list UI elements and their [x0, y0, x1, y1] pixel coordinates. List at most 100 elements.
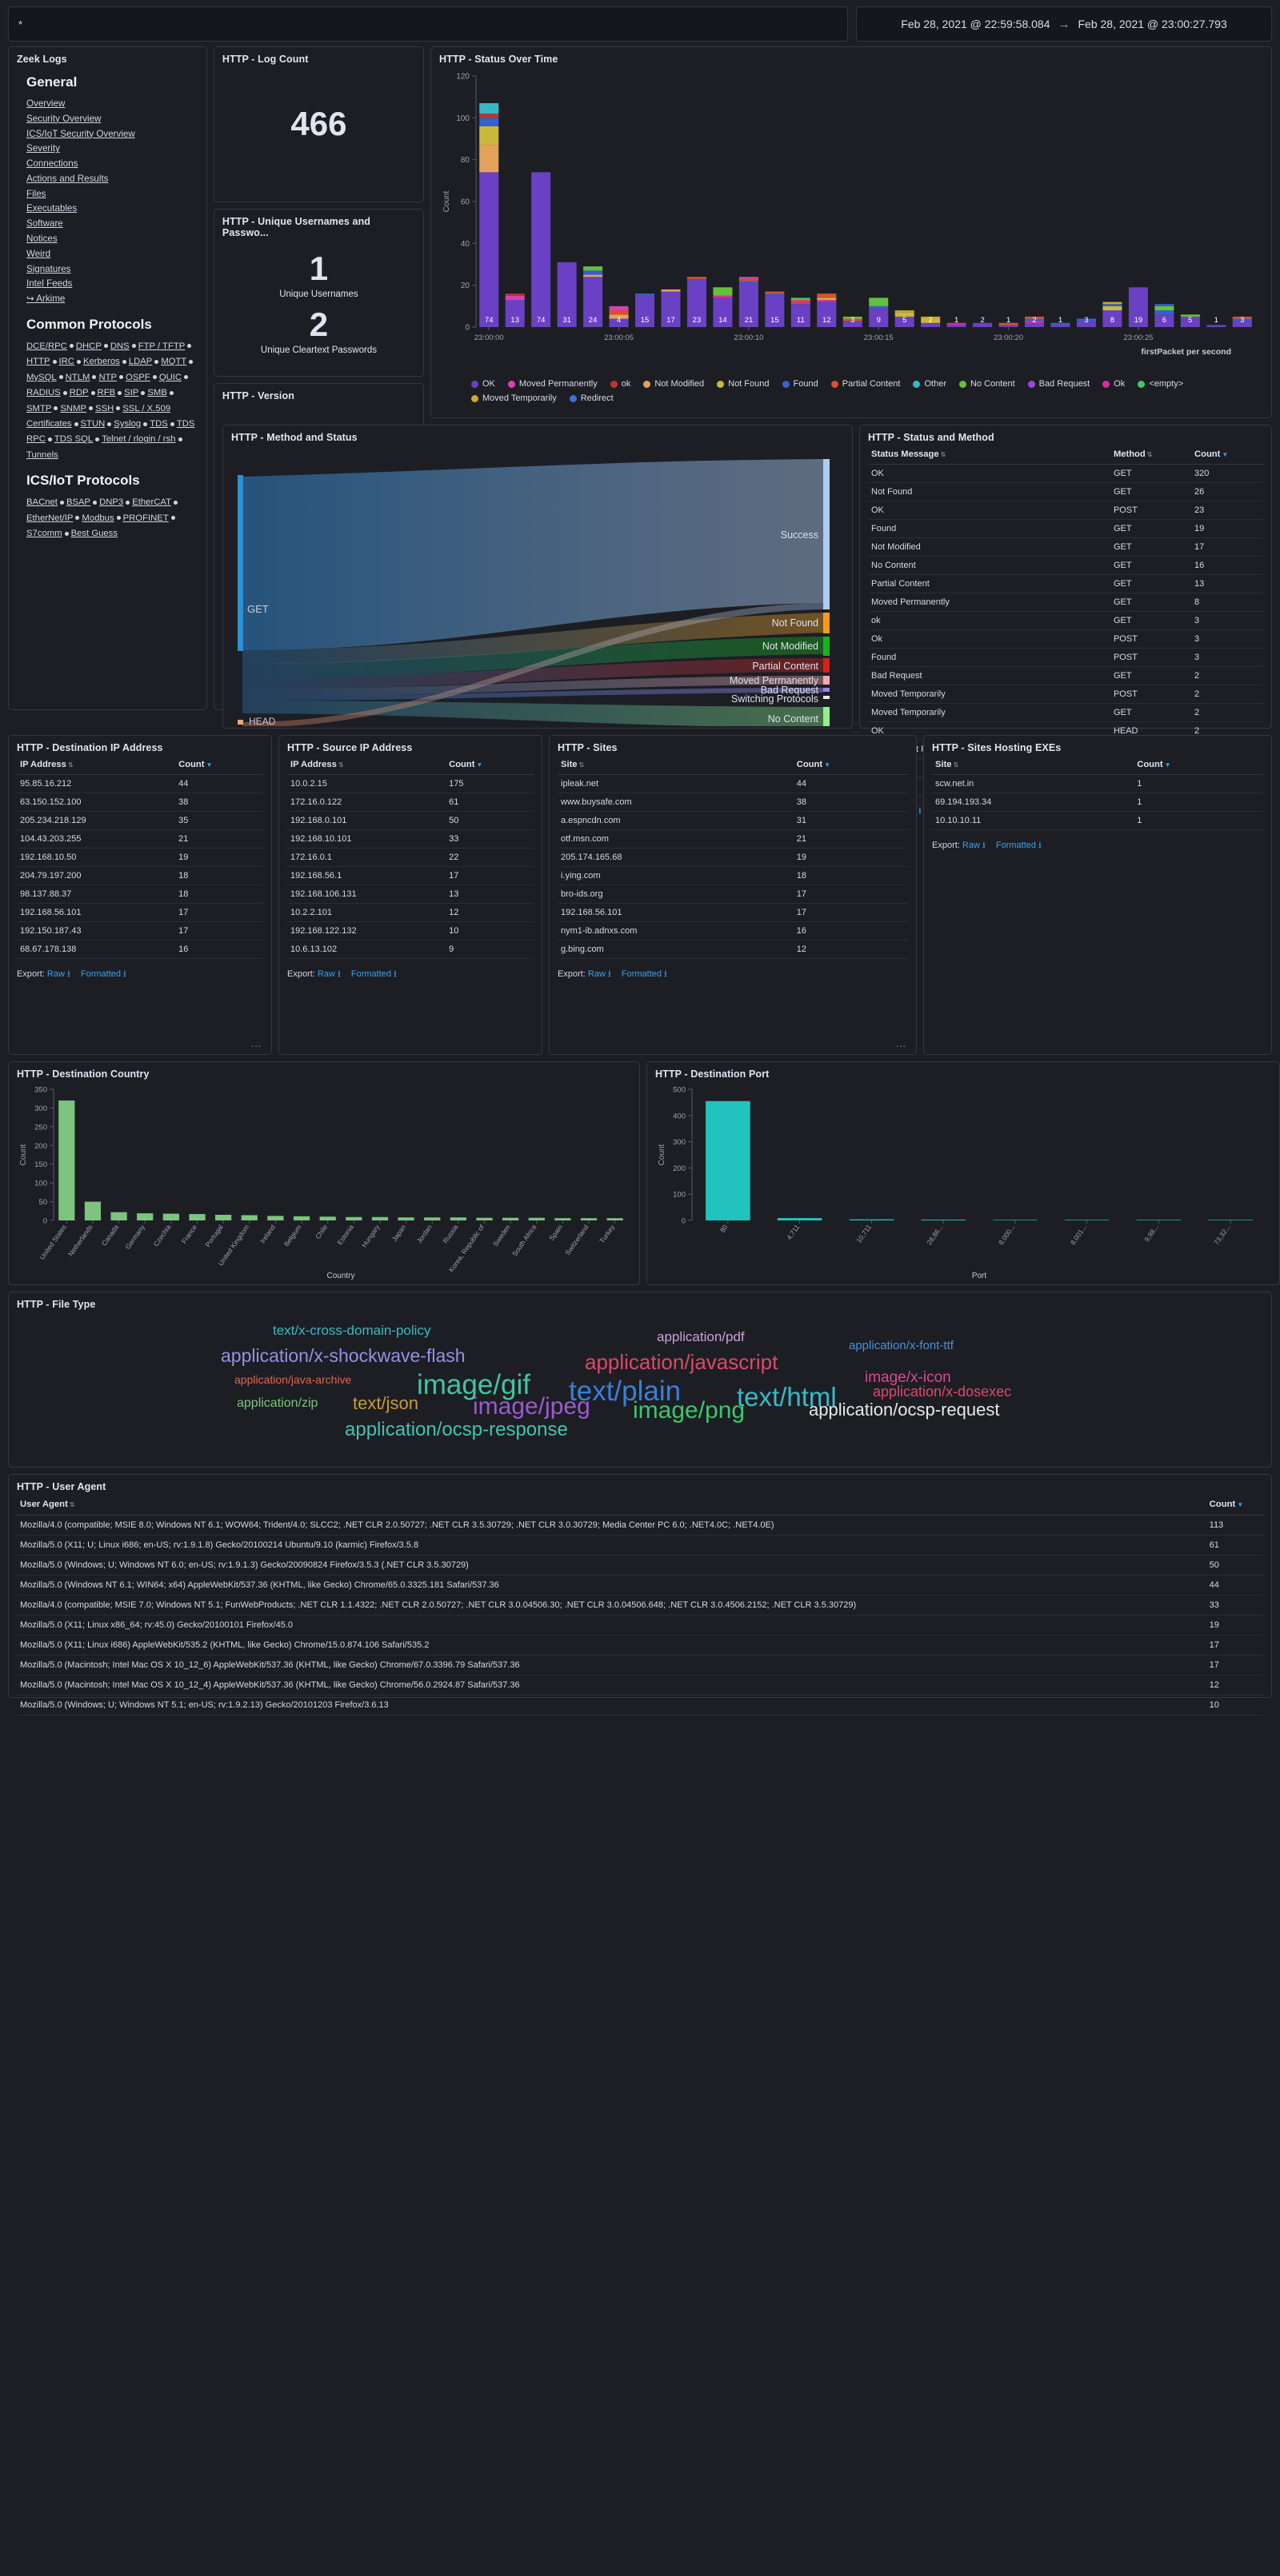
table-row[interactable]: 172.16.0.1 22	[287, 848, 534, 867]
nav-link-syslog[interactable]: Syslog	[114, 419, 141, 429]
table-row[interactable]: 192.168.122.132 10	[287, 921, 534, 941]
legend-item-redirect[interactable]: Redirect	[569, 393, 614, 403]
wordcloud-term[interactable]: image/jpeg	[473, 1393, 590, 1420]
export-raw-link[interactable]: Raw	[318, 969, 335, 979]
nav-link-ntp[interactable]: NTP	[98, 373, 117, 382]
nav-link-ntlm[interactable]: NTLM	[66, 373, 90, 382]
export-raw-link[interactable]: Raw	[47, 969, 65, 979]
column-header-ip-address[interactable]: IP Address ⇅	[287, 757, 446, 775]
table-row[interactable]: Moved Permanently GET 8	[868, 593, 1263, 612]
table-row[interactable]: Mozilla/4.0 (compatible; MSIE 8.0; Windo…	[17, 1515, 1263, 1536]
download-icon[interactable]: ⭳	[394, 969, 397, 979]
column-header-count[interactable]: Count ▼	[793, 757, 908, 775]
nav-link-rdp[interactable]: RDP	[70, 388, 89, 397]
export-formatted-link[interactable]: Formatted	[81, 969, 121, 979]
query-input[interactable]: *	[8, 6, 848, 42]
nav-link-ldap[interactable]: LDAP	[129, 357, 153, 366]
table-row[interactable]: 63.150.152.100 38	[17, 793, 263, 812]
nav-link-ssh[interactable]: SSH	[95, 404, 114, 413]
table-row[interactable]: Ok POST 3	[868, 629, 1263, 649]
export-formatted-link[interactable]: Formatted	[351, 969, 391, 979]
sort-toggle-icon[interactable]: ⇅	[1147, 451, 1153, 458]
table-row[interactable]: Mozilla/5.0 (Windows; U; Windows NT 6.0;…	[17, 1555, 1263, 1576]
nav-link-mysql[interactable]: MySQL	[26, 373, 57, 382]
nav-link-http[interactable]: HTTP	[26, 357, 50, 366]
table-row[interactable]: 10.0.2.15 175	[287, 774, 534, 793]
table-row[interactable]: bro-ids.org 17	[558, 885, 908, 904]
column-header-method[interactable]: Method ⇅	[1110, 446, 1192, 465]
column-header-ip-address[interactable]: IP Address ⇅	[17, 757, 176, 775]
legend-item-not-modified[interactable]: Not Modified	[643, 379, 704, 389]
table-row[interactable]: Mozilla/5.0 (Macintosh; Intel Mac OS X 1…	[17, 1675, 1263, 1695]
wordcloud-term[interactable]: text/x-cross-domain-policy	[273, 1323, 430, 1339]
column-header-count[interactable]: Count ▼	[1191, 446, 1263, 465]
sort-desc-icon[interactable]: ▼	[1222, 451, 1228, 458]
wordcloud-term[interactable]: application/zip	[237, 1396, 318, 1411]
table-row[interactable]: Not Modified GET 17	[868, 537, 1263, 557]
download-icon[interactable]: ⭳	[338, 969, 341, 979]
column-header-count[interactable]: Count ▼	[446, 757, 534, 775]
table-row[interactable]: 98.137.88.37 18	[17, 885, 263, 904]
nav-link-severity[interactable]: Severity	[26, 143, 60, 154]
column-header-site[interactable]: Site ⇅	[558, 757, 794, 775]
nav-link-s7comm[interactable]: S7comm	[26, 529, 62, 538]
column-header-count[interactable]: Count ▼	[1134, 757, 1263, 775]
nav-link-software[interactable]: Software	[26, 218, 63, 229]
export-raw-link[interactable]: Raw	[962, 841, 980, 850]
table-row[interactable]: ipleak.net 44	[558, 774, 908, 793]
nav-link-radius[interactable]: RADIUS	[26, 388, 61, 397]
nav-link-ethernet-ip[interactable]: EtherNet/IP	[26, 513, 73, 523]
wordcloud-term[interactable]: application/x-dosexec	[873, 1384, 1011, 1400]
table-row[interactable]: 104.43.203.255 21	[17, 829, 263, 849]
nav-link-ethercat[interactable]: EtherCAT	[132, 497, 171, 507]
nav-link-kerberos[interactable]: Kerberos	[83, 357, 120, 366]
table-row[interactable]: www.buysafe.com 38	[558, 793, 908, 812]
table-row[interactable]: 192.168.10.101 33	[287, 829, 534, 849]
table-row[interactable]: Mozilla/5.0 (Macintosh; Intel Mac OS X 1…	[17, 1655, 1263, 1675]
wordcloud-term[interactable]: application/java-archive	[234, 1373, 351, 1386]
table-row[interactable]: 192.168.56.101 17	[17, 903, 263, 922]
table-row[interactable]: Not Found GET 26	[868, 482, 1263, 501]
sort-toggle-icon[interactable]: ⇅	[579, 761, 585, 769]
table-row[interactable]: No Content GET 16	[868, 556, 1263, 575]
table-row[interactable]: Moved Temporarily GET 2	[868, 703, 1263, 722]
export-raw-link[interactable]: Raw	[588, 969, 606, 979]
table-row[interactable]: 68.67.178.138 16	[17, 940, 263, 959]
nav-link-best-guess[interactable]: Best Guess	[71, 529, 118, 538]
nav-link-mqtt[interactable]: MQTT	[161, 357, 186, 366]
table-row[interactable]: nym1-ib.adnxs.com 16	[558, 921, 908, 941]
table-row[interactable]: Moved Temporarily POST 2	[868, 685, 1263, 704]
nav-link-files[interactable]: Files	[26, 189, 46, 199]
nav-link-ospf[interactable]: OSPF	[126, 373, 150, 382]
nav-link-smtp[interactable]: SMTP	[26, 404, 51, 413]
download-icon[interactable]: ⭳	[608, 969, 611, 979]
nav-link-arkime[interactable]: ↪ Arkime	[26, 294, 65, 304]
table-row[interactable]: g.bing.com 12	[558, 940, 908, 959]
legend-item-found[interactable]: Found	[782, 379, 818, 389]
nav-link-telnet-rlogin-rsh[interactable]: Telnet / rlogin / rsh	[102, 434, 175, 444]
wordcloud-term[interactable]: application/x-font-ttf	[849, 1339, 954, 1352]
table-row[interactable]: Mozilla/4.0 (compatible; MSIE 7.0; Windo…	[17, 1595, 1263, 1615]
table-row[interactable]: i.ying.com 18	[558, 866, 908, 885]
download-icon[interactable]: ⭳	[67, 969, 70, 979]
legend-item-partial-content[interactable]: Partial Content	[830, 379, 900, 389]
export-formatted-link[interactable]: Formatted	[622, 969, 662, 979]
nav-link-smb[interactable]: SMB	[147, 388, 166, 397]
table-row[interactable]: 10.10.10.11 1	[932, 811, 1263, 830]
nav-link-notices[interactable]: Notices	[26, 234, 58, 244]
download-icon[interactable]: ⭳	[664, 969, 667, 979]
nav-link-overview[interactable]: Overview	[26, 98, 65, 109]
table-row[interactable]: Mozilla/5.0 (X11; Linux x86_64; rv:45.0)…	[17, 1615, 1263, 1635]
download-icon[interactable]: ⭳	[918, 806, 922, 816]
more-indicator[interactable]: ...	[896, 1038, 906, 1049]
legend-item-other[interactable]: Other	[913, 379, 946, 389]
nav-link-bacnet[interactable]: BACnet	[26, 497, 58, 507]
table-row[interactable]: 192.168.56.1 17	[287, 866, 534, 885]
legend-item-empty[interactable]: <empty>	[1138, 379, 1183, 389]
sort-desc-icon[interactable]: ▼	[476, 761, 482, 769]
nav-link-signatures[interactable]: Signatures	[26, 264, 70, 274]
nav-link-quic[interactable]: QUIC	[159, 373, 182, 382]
wordcloud-term[interactable]: application/pdf	[657, 1329, 745, 1345]
nav-link-weird[interactable]: Weird	[26, 249, 50, 259]
download-icon[interactable]: ⭳	[123, 969, 126, 979]
